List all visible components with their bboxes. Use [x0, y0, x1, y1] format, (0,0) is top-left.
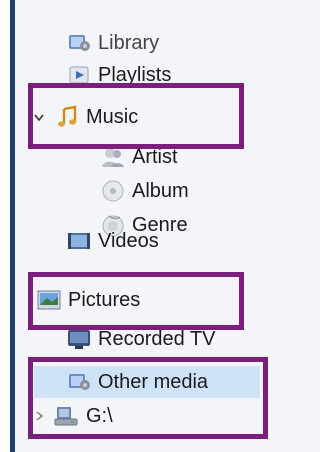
- nav-item-label: Library: [98, 31, 160, 54]
- album-icon: [100, 178, 126, 204]
- library-icon: [66, 30, 92, 56]
- highlight-box-music: [28, 83, 244, 149]
- videos-icon: [66, 228, 92, 254]
- nav-item-library[interactable]: Library: [66, 25, 159, 61]
- nav-item-label: Album: [132, 179, 189, 202]
- nav-item-label: Videos: [98, 229, 159, 252]
- highlight-box-pictures: [28, 272, 244, 330]
- highlight-box-other-media: [28, 357, 268, 439]
- content-area-edge: [0, 0, 10, 452]
- nav-item-videos[interactable]: Videos: [66, 226, 159, 256]
- media-player-library-pane: r Library Playlists Music Artist: [0, 0, 272, 452]
- nav-item-album[interactable]: Album: [100, 173, 189, 209]
- nav-item-label: Recorded TV: [98, 327, 216, 350]
